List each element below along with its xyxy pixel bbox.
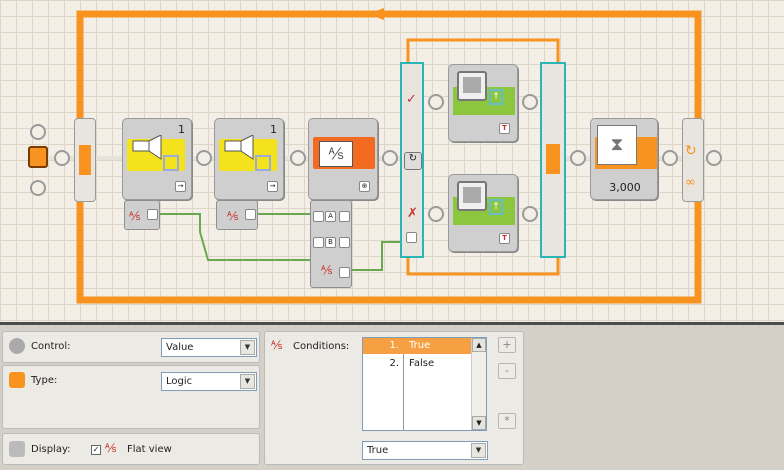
logic-operation-icon: ⅍ [319,141,353,167]
program-canvas[interactable]: 1 → ⅍ 1 → ⅍ ⅍ ⊕ A B ⅍ ✓ ↻ ✗ ↑ T ↑ T ⧗ 3,… [0,0,784,325]
switch-left-post[interactable]: ✓ ↻ ✗ [400,62,424,258]
text-plug: T [499,123,510,134]
conditions-scrollbar[interactable]: ▲ ▼ [471,338,486,430]
text-plug: T [499,233,510,244]
list-item[interactable]: 1. True [363,338,472,354]
switch-right-post[interactable] [540,62,566,258]
control-gear-icon [9,338,25,354]
condition-value: True [367,445,389,456]
hourglass-icon: ⧗ [597,125,637,165]
port-number: 1 [178,123,185,136]
flat-view-label: Flat view [127,444,172,455]
beam-ring [570,150,586,166]
scroll-up-icon[interactable]: ▲ [472,338,486,352]
wait-time-block[interactable]: ⧗ 3,000 [590,118,658,200]
sound-block-2-hub[interactable]: ⅍ [216,200,258,230]
control-section: Control: Value ▼ [2,331,260,363]
upload-icon: ↑ [489,89,503,105]
type-icon [9,372,25,388]
conditions-list[interactable]: 1. True 2. False ▲ ▼ [362,337,487,431]
beam-ring [706,150,722,166]
true-check-icon: ✓ [406,92,417,107]
port-number: 1 [270,123,277,136]
beam-ring [54,150,70,166]
condition-value-dropdown[interactable]: True ▼ [362,441,488,460]
conditions-label: Conditions: [293,341,350,352]
start-ring-bottom [30,180,46,196]
beam-ring [662,150,678,166]
type-section: Type: Logic ▼ [2,365,260,429]
display-section: Display: ✓ ⅍ Flat view [2,433,260,465]
control-plug: ⊕ [359,181,370,192]
sound-block-1[interactable]: 1 → [122,118,192,200]
logic-result-icon: ⅍ [321,263,333,277]
display-icon [9,441,25,457]
switch-value-icon: ↻ [404,152,422,170]
type-label: Type: [31,375,58,386]
control-dropdown[interactable]: Value ▼ [161,338,257,357]
remove-condition-button[interactable]: - [498,363,516,379]
control-plug: → [267,181,278,192]
flat-view-checkbox[interactable]: ✓ [91,445,101,455]
false-cross-icon: ✗ [407,206,418,221]
display-block-false[interactable]: ↑ T [448,174,518,252]
beam-ring [382,150,398,166]
control-dropdown-value: Value [166,342,194,353]
configuration-panel: Control: Value ▼ Type: Logic ▼ Display: ✓ … [0,325,784,470]
logic-icon: ⅍ [129,209,141,223]
input-a-plug[interactable]: A [325,211,336,222]
display-block-true[interactable]: ↑ T [448,64,518,142]
default-condition-button[interactable]: * [498,413,516,429]
start-icon[interactable] [28,146,48,168]
beam-ring [428,206,444,222]
display-screen-icon [457,71,487,101]
start-ring-top [30,124,46,140]
loop-start[interactable] [74,118,96,202]
flat-view-icon: ⅍ [105,441,117,455]
loop-repeat-icon: ↻ [685,143,697,159]
display-label: Display: [31,444,71,455]
infinity-icon: ∞ [685,175,696,190]
control-plug: → [175,181,186,192]
logic-operation-block[interactable]: ⅍ ⊕ [308,118,378,200]
scroll-down-icon[interactable]: ▼ [472,416,486,430]
beam-ring [522,94,538,110]
add-condition-button[interactable]: + [498,337,516,353]
sound-block-1-hub[interactable]: ⅍ [124,200,160,230]
chevron-down-icon: ▼ [240,340,255,355]
input-b-plug[interactable]: B [325,237,336,248]
loop-end[interactable]: ↻ ∞ [682,118,704,202]
sound-note-icon [163,155,179,171]
logic-icon: ⅍ [227,209,239,223]
beam-ring [428,94,444,110]
upload-icon: ↑ [489,199,503,215]
sound-block-2[interactable]: 1 → [214,118,284,200]
type-dropdown[interactable]: Logic ▼ [161,372,257,391]
beam-ring [196,150,212,166]
chevron-down-icon: ▼ [471,443,486,458]
wait-duration: 3,000 [609,181,641,194]
sound-note-icon [255,155,271,171]
control-label: Control: [31,341,71,352]
logic-data-hub[interactable]: A B ⅍ [310,200,352,288]
display-screen-icon [457,181,487,211]
type-dropdown-value: Logic [166,376,193,387]
loop-arrow-icon [368,8,384,20]
chevron-down-icon: ▼ [240,374,255,389]
conditions-icon: ⅍ [271,338,283,352]
beam-ring [290,150,306,166]
list-item[interactable]: 2. False [363,356,472,372]
data-wire-3 [352,241,406,271]
beam-ring [522,206,538,222]
